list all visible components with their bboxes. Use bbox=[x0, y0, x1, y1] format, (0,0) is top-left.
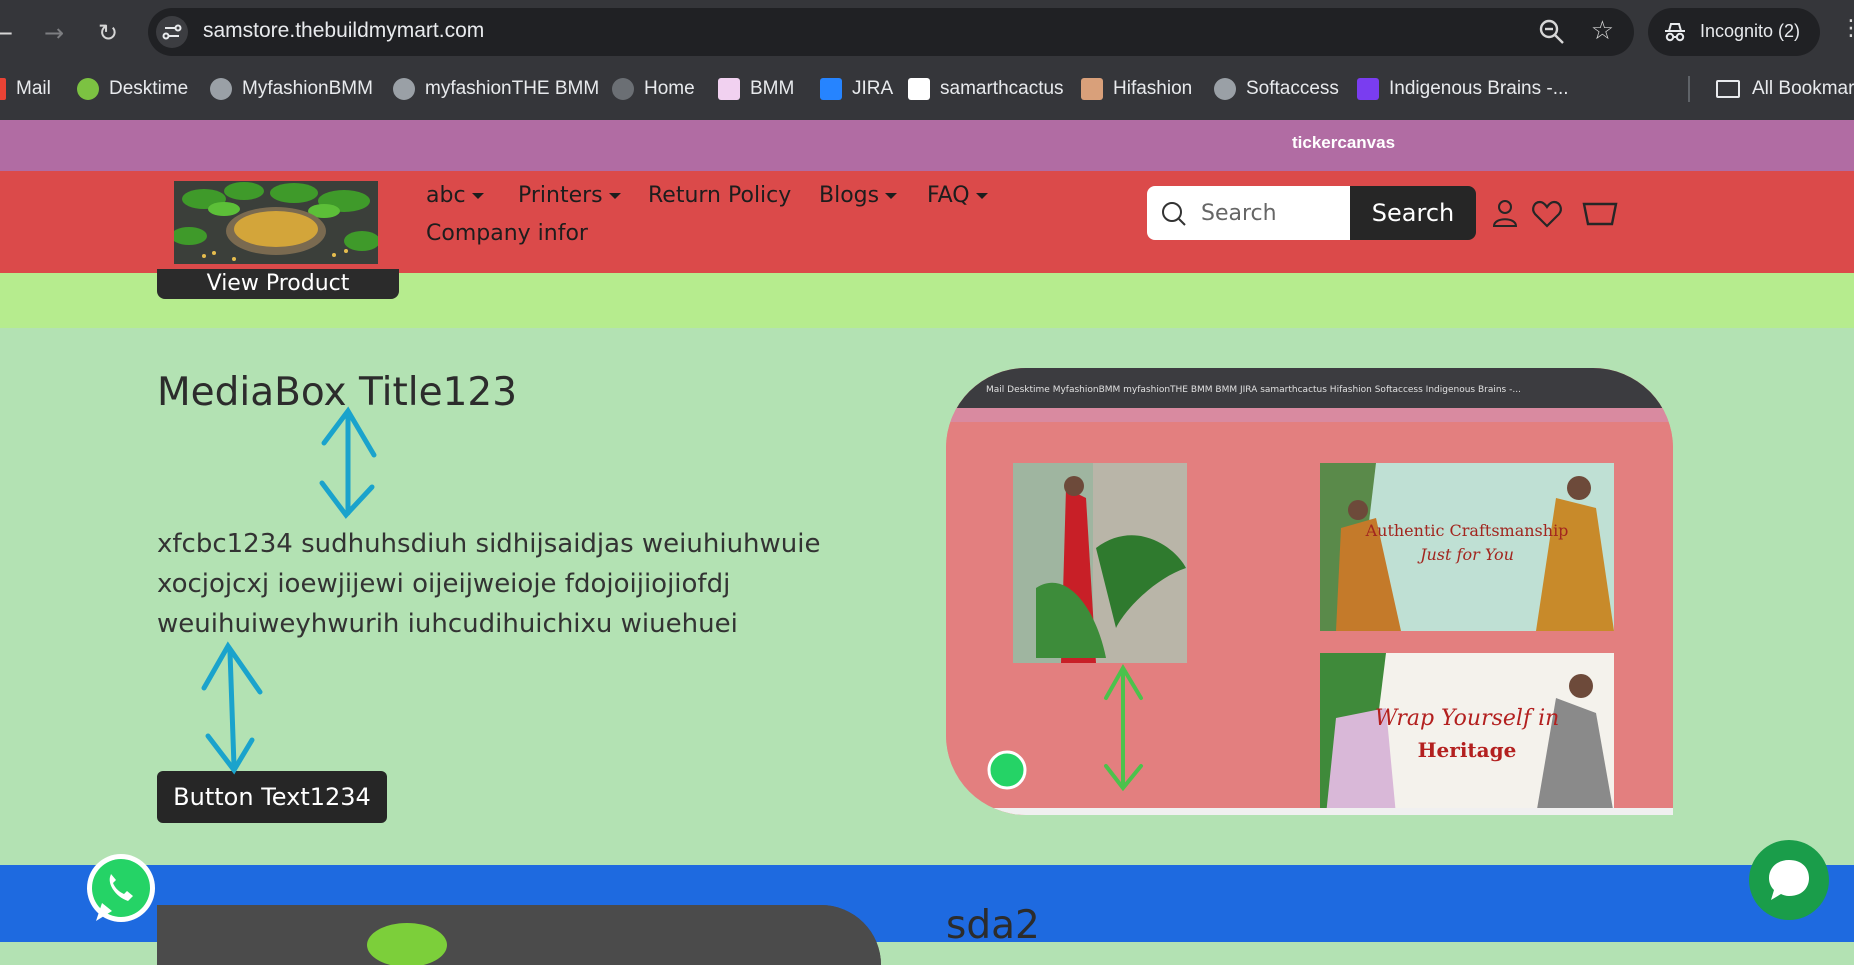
bookmark-desktime[interactable]: Desktime bbox=[77, 76, 188, 102]
spacing-arrow-annotation bbox=[201, 641, 263, 775]
mediabox-button[interactable]: Button Text1234 bbox=[157, 771, 387, 823]
bookmark-label: BMM bbox=[750, 78, 795, 99]
mediabox-body: xfcbc1234 sudhuhsdiuh sidhijsaidjas weiu… bbox=[157, 529, 821, 639]
spacing-arrow-annotation bbox=[319, 406, 377, 519]
bookmark-label: Desktime bbox=[109, 78, 189, 99]
globe-icon bbox=[1214, 78, 1236, 100]
nav-label: FAQ bbox=[927, 183, 970, 208]
jira-icon bbox=[820, 78, 842, 100]
nav-label: Printers bbox=[518, 183, 603, 208]
mini-bookmarks-text: Mail Desktime MyfashionBMM myfashionTHE … bbox=[986, 385, 1521, 395]
bookmark-indigenous[interactable]: Indigenous Brains -... bbox=[1357, 76, 1569, 102]
chat-bubble-icon[interactable] bbox=[1749, 840, 1829, 920]
ticker-bar: tickercanvas bbox=[0, 120, 1854, 171]
bookmark-mail[interactable]: Mail bbox=[0, 76, 51, 102]
banner-caption: Just for You bbox=[1417, 545, 1514, 564]
forward-arrow-icon[interactable]: → bbox=[37, 16, 71, 50]
search-icon bbox=[1161, 201, 1187, 227]
url-text[interactable]: samstore.thebuildmymart.com bbox=[203, 19, 484, 43]
bookmark-jira[interactable]: JIRA bbox=[820, 76, 893, 102]
site-logo[interactable] bbox=[174, 181, 378, 264]
nav-label: abc bbox=[426, 183, 466, 208]
bookmark-label: Indigenous Brains -... bbox=[1389, 78, 1569, 99]
next-section: sda2 bbox=[0, 865, 1854, 965]
bookmark-label: Home bbox=[644, 78, 695, 99]
nav-printers[interactable]: Printers bbox=[518, 183, 621, 208]
bookmark-label: JIRA bbox=[852, 78, 894, 99]
bookmark-myfashionbmm[interactable]: MyfashionBMM bbox=[210, 76, 373, 102]
caret-down-icon bbox=[471, 192, 484, 199]
search-button[interactable]: Search bbox=[1350, 186, 1476, 240]
nav-return-policy[interactable]: Return Policy bbox=[648, 183, 791, 208]
wishlist-heart-icon[interactable] bbox=[1530, 197, 1564, 231]
bookmarks-divider bbox=[1688, 76, 1690, 102]
gmail-icon bbox=[0, 78, 6, 100]
section-image bbox=[157, 905, 881, 965]
browser-chrome: ← → ↻ samstore.thebuildmymart.com ☆ Inco… bbox=[0, 0, 1854, 120]
reload-icon[interactable]: ↻ bbox=[91, 16, 125, 50]
globe-icon bbox=[612, 78, 634, 100]
incognito-label: Incognito (2) bbox=[1700, 21, 1801, 41]
zoom-out-icon[interactable] bbox=[1538, 18, 1566, 46]
bookmark-label: samarthcactus bbox=[940, 78, 1064, 99]
desktime-icon bbox=[77, 78, 99, 100]
bookmarks-bar: Mail Desktime MyfashionBMM myfashionTHE … bbox=[0, 66, 1854, 110]
caret-down-icon bbox=[608, 192, 621, 199]
bookmark-label: Softaccess bbox=[1246, 78, 1339, 99]
nav-label: Blogs bbox=[819, 183, 880, 208]
search-input[interactable] bbox=[1201, 198, 1347, 228]
caret-down-icon bbox=[975, 192, 988, 199]
product-strip: View Product bbox=[0, 269, 1854, 328]
all-bookmarks-label: All Bookmarks bbox=[1752, 78, 1854, 99]
indigenous-icon bbox=[1357, 78, 1379, 100]
bookmark-softaccess[interactable]: Softaccess bbox=[1214, 76, 1339, 102]
site-header: abc Printers Return Policy Blogs FAQ Com… bbox=[0, 171, 1854, 273]
bookmark-home[interactable]: Home bbox=[612, 76, 695, 102]
nav-faq[interactable]: FAQ bbox=[927, 183, 988, 208]
caret-down-icon bbox=[885, 192, 898, 199]
bookmark-bmm[interactable]: BMM bbox=[718, 76, 794, 102]
site-info-icon[interactable] bbox=[156, 16, 188, 48]
incognito-indicator[interactable]: Incognito (2) bbox=[1648, 8, 1820, 56]
nav-label: Return Policy bbox=[648, 183, 792, 208]
section-title: sda2 bbox=[946, 903, 1040, 948]
bmm-icon bbox=[718, 78, 740, 100]
nav-company-infor[interactable]: Company infor bbox=[426, 221, 588, 246]
incognito-icon bbox=[1662, 19, 1688, 45]
ticker-text: tickercanvas bbox=[1292, 133, 1396, 152]
bookmark-myfashionthebmm[interactable]: myfashionTHE BMM bbox=[393, 76, 599, 102]
bookmark-hifashion[interactable]: Hifashion bbox=[1081, 76, 1192, 102]
bookmark-samarthcactus[interactable]: samarthcactus bbox=[908, 76, 1064, 102]
hifashion-icon bbox=[1081, 78, 1103, 100]
samarth-icon bbox=[908, 78, 930, 100]
globe-icon bbox=[393, 78, 415, 100]
view-product-button[interactable]: View Product bbox=[157, 269, 399, 299]
user-icon[interactable] bbox=[1488, 197, 1522, 231]
mediabox-section: MediaBox Title123 xfcbc1234 sudhuhsdiuh … bbox=[0, 328, 1854, 865]
folder-icon bbox=[1716, 80, 1740, 98]
mediabox-image: Mail Desktime MyfashionBMM myfashionTHE … bbox=[946, 368, 1673, 815]
banner-caption: Heritage bbox=[1418, 738, 1517, 762]
bookmark-label: myfashionTHE BMM bbox=[425, 78, 600, 99]
nav-abc[interactable]: abc bbox=[426, 183, 484, 208]
bookmark-label: Mail bbox=[16, 78, 51, 99]
bookmark-label: Hifashion bbox=[1113, 78, 1193, 99]
browser-menu-icon[interactable]: ⋮ bbox=[1840, 16, 1854, 41]
banner-caption: Wrap Yourself in bbox=[1375, 706, 1560, 731]
banner-caption: Authentic Craftsmanship bbox=[1365, 521, 1569, 540]
address-bar[interactable]: samstore.thebuildmymart.com ☆ bbox=[148, 8, 1634, 56]
nav-blogs[interactable]: Blogs bbox=[819, 183, 898, 208]
search-box bbox=[1147, 186, 1351, 240]
all-bookmarks-button[interactable]: All Bookmarks bbox=[1716, 76, 1854, 102]
cart-icon[interactable] bbox=[1581, 197, 1619, 231]
nav-label: Company infor bbox=[426, 221, 588, 246]
globe-icon bbox=[210, 78, 232, 100]
bookmark-star-icon[interactable]: ☆ bbox=[1591, 16, 1614, 46]
whatsapp-icon[interactable] bbox=[82, 851, 160, 929]
back-arrow-icon[interactable]: ← bbox=[0, 16, 20, 50]
bookmark-label: MyfashionBMM bbox=[242, 78, 373, 99]
